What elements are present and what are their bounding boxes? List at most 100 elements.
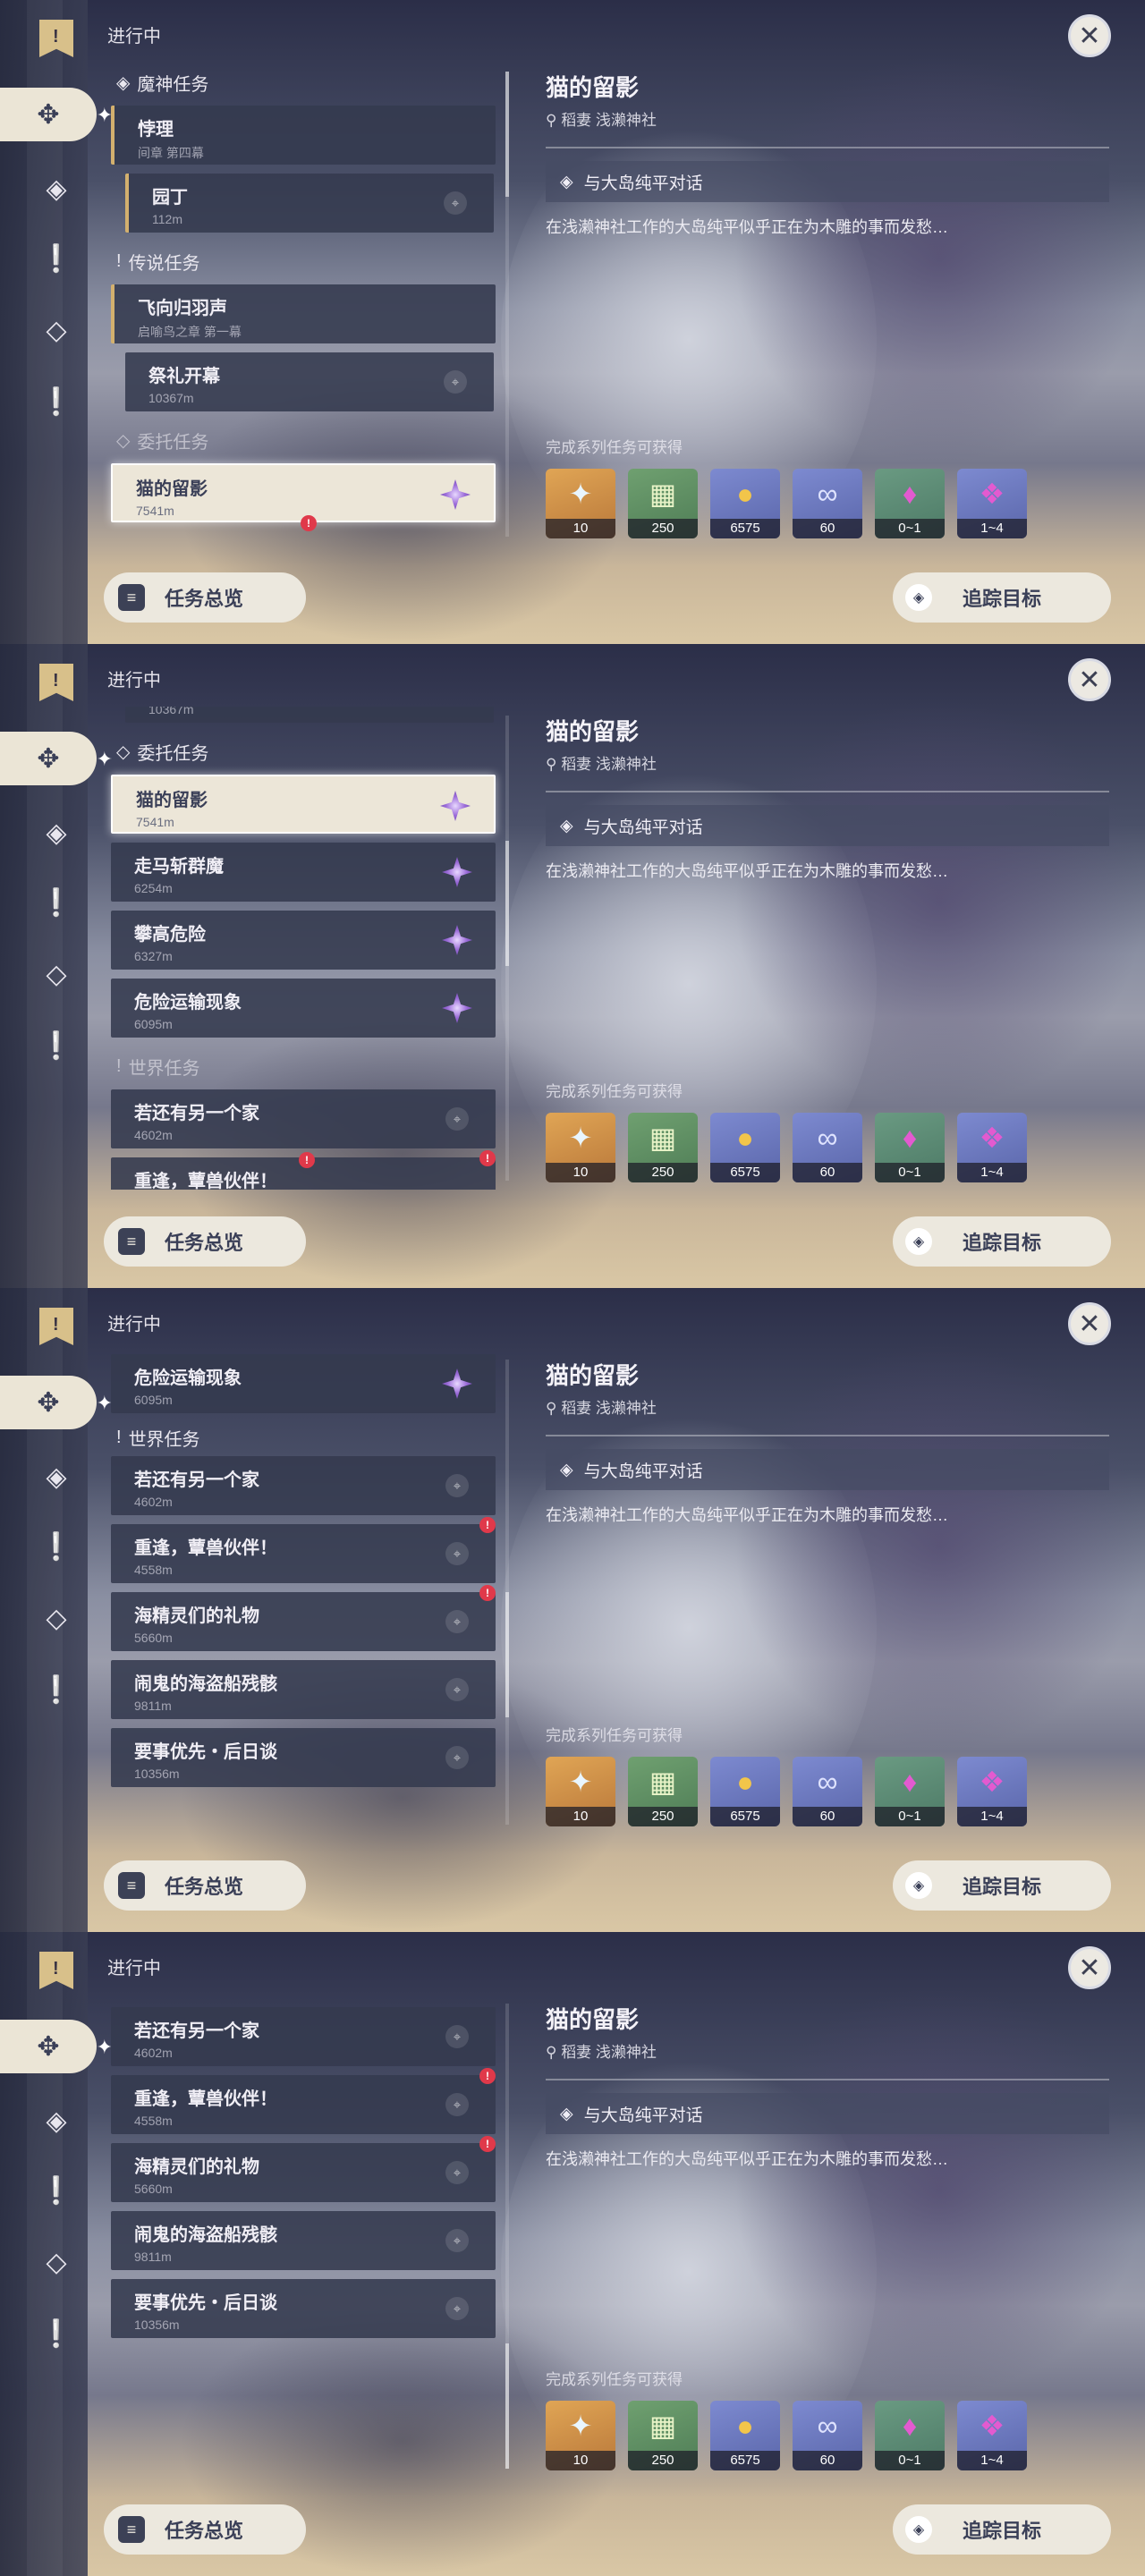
rail-legend-icon[interactable]: ❕ — [34, 1524, 79, 1569]
quest-item-cat-selected[interactable]: 猫的留影 7541m — [111, 775, 496, 834]
quest-item-horse[interactable]: 走马斩群魔 6254m — [111, 843, 496, 902]
mora-icon[interactable]: ● 6575 — [710, 1113, 780, 1182]
rail-world-icon[interactable]: ❕ — [34, 379, 79, 424]
quest-item-home[interactable]: 若还有另一个家 4602m ⌖ — [111, 2007, 496, 2066]
rail-world-icon[interactable]: ❕ — [34, 1667, 79, 1712]
rail-legend-icon[interactable]: ❕ — [34, 236, 79, 281]
quest-item-climb[interactable]: 攀高危险 6327m — [111, 911, 496, 970]
quest-item-gardener[interactable]: 园丁 112m ⌖ — [125, 174, 494, 233]
quest-overview-button[interactable]: ≡ 任务总览 — [104, 572, 306, 623]
quest-item-beast[interactable]: 重逢，蕈兽伙伴！ 4558m ⌖! — [111, 2068, 496, 2134]
quest-item-transport[interactable]: 危险运输现象 6095m — [111, 979, 496, 1038]
rail-all-quests-icon[interactable]: ✥ ✦ — [0, 2020, 113, 2073]
crystal-cluster-icon[interactable]: ❖ 1~4 — [957, 1757, 1027, 1826]
adventure-exp-icon[interactable]: ▦ 250 — [628, 469, 698, 538]
companionship-exp-icon[interactable]: ∞ 60 — [793, 1113, 862, 1182]
rail-commission-icon[interactable]: ◇ — [34, 308, 79, 352]
location-pin-icon[interactable]: ⌖ — [445, 2161, 469, 2184]
adventure-exp-icon[interactable]: ▦ 250 — [628, 1757, 698, 1826]
companionship-exp-icon[interactable]: ∞ 60 — [793, 1757, 862, 1826]
list-scrollbar[interactable] — [505, 716, 509, 1181]
quest-item-cat-selected[interactable]: 猫的留影 7541m! — [111, 463, 496, 531]
quest-list[interactable]: 祭礼开幕10367m⌖ ◇委托任务 猫的留影7541m 走马斩群魔6254m 攀… — [100, 707, 508, 1190]
primogem-icon[interactable]: ✦ 10 — [546, 1757, 615, 1826]
location-pin-icon[interactable]: ⌖ — [445, 2229, 469, 2252]
rail-world-icon[interactable]: ❕ — [34, 2311, 79, 2356]
rail-legend-icon[interactable]: ❕ — [34, 2168, 79, 2213]
crystal-shard-icon[interactable]: ♦ 0~1 — [875, 1757, 945, 1826]
quest-item-pirate[interactable]: 闹鬼的海盗船残骸 9811m ⌖ — [111, 2211, 496, 2270]
rail-commission-icon[interactable]: ◇ — [34, 2240, 79, 2284]
track-target-button[interactable]: ◈ 追踪目标 — [893, 1216, 1111, 1267]
list-scrollbar[interactable] — [505, 72, 509, 537]
track-target-button[interactable]: ◈ 追踪目标 — [893, 572, 1111, 623]
location-pin-icon[interactable]: ⌖ — [445, 1746, 469, 1769]
primogem-icon[interactable]: ✦ 10 — [546, 2401, 615, 2470]
quest-item-spirits[interactable]: 海精灵们的礼物 5660m ⌖! — [111, 1585, 496, 1651]
crystal-shard-icon[interactable]: ♦ 0~1 — [875, 2401, 945, 2470]
rail-all-quests-icon[interactable]: ✥ ✦ — [0, 732, 113, 785]
quest-item-pirate[interactable]: 闹鬼的海盗船残骸 9811m ⌖ — [111, 1660, 496, 1719]
crystal-cluster-icon[interactable]: ❖ 1~4 — [957, 469, 1027, 538]
crystal-cluster-icon[interactable]: ❖ 1~4 — [957, 2401, 1027, 2470]
quest-item-spirits[interactable]: 海精灵们的礼物 5660m ⌖! — [111, 2136, 496, 2202]
location-pin-icon[interactable]: ⌖ — [445, 1542, 469, 1565]
quest-item-legend[interactable]: 飞向归羽声 启喻鸟之章 第一幕 — [111, 284, 496, 343]
rail-world-icon[interactable]: ❕ — [34, 1023, 79, 1068]
rail-commission-icon[interactable]: ◇ — [34, 1596, 79, 1640]
list-scrollbar[interactable] — [505, 2004, 509, 2469]
primogem-icon[interactable]: ✦ 10 — [546, 1113, 615, 1182]
quest-list[interactable]: 危险运输现象 6095m ! 世界任务 若还有另一个家 4602m ⌖ 重逢，蕈兽伙伴！… — [100, 1351, 508, 1834]
adventure-exp-icon[interactable]: ▦ 250 — [628, 2401, 698, 2470]
quest-item-later[interactable]: 要事优先・后日谈 10356m ⌖ — [111, 2279, 496, 2338]
rail-commission-icon[interactable]: ◇ — [34, 952, 79, 996]
location-pin-icon[interactable]: ⌖ — [444, 370, 467, 394]
close-button[interactable]: ✕ — [1068, 658, 1111, 701]
quest-list[interactable]: 若还有另一个家 4602m ⌖ 重逢，蕈兽伙伴！ 4558m ⌖! 海精灵们的礼物 566… — [100, 1995, 508, 2478]
location-pin-icon[interactable]: ⌖ — [445, 1474, 469, 1497]
quest-item-festival[interactable]: 祭礼开幕10367m⌖ — [125, 352, 494, 411]
crystal-shard-icon[interactable]: ♦ 0~1 — [875, 1113, 945, 1182]
rail-archon-icon[interactable]: ◈ — [34, 166, 79, 211]
quest-item-later[interactable]: 要事优先・后日谈 10356m ⌖ — [111, 1728, 496, 1787]
location-pin-icon[interactable]: ⌖ — [445, 2025, 469, 2048]
quest-item-beast[interactable]: 重逢，蕈兽伙伴！4558m!! — [111, 1150, 496, 1190]
list-scrollbar[interactable] — [505, 1360, 509, 1825]
quest-list[interactable]: ◈ 魔神任务 悖理 间章 第四幕 园丁 112m ⌖ ! 传说任务 飞向归羽声 启喻鸟之章 … — [100, 63, 508, 546]
location-pin-icon[interactable]: ⌖ — [445, 2297, 469, 2320]
quest-item-festival[interactable]: 祭礼开幕10367m⌖ — [125, 707, 494, 723]
location-pin-icon[interactable]: ⌖ — [445, 1610, 469, 1633]
quest-item-home[interactable]: 若还有另一个家 4602m ⌖ — [111, 1089, 496, 1148]
rail-legend-icon[interactable]: ❕ — [34, 880, 79, 925]
track-target-button[interactable]: ◈ 追踪目标 — [893, 1860, 1111, 1911]
companionship-exp-icon[interactable]: ∞ 60 — [793, 2401, 862, 2470]
close-button[interactable]: ✕ — [1068, 14, 1111, 57]
primogem-icon[interactable]: ✦ 10 — [546, 469, 615, 538]
quest-overview-button[interactable]: ≡ 任务总览 — [104, 1860, 306, 1911]
quest-item-home[interactable]: 若还有另一个家 4602m ⌖ — [111, 1456, 496, 1515]
rail-all-quests-icon[interactable]: ✥ ✦ — [0, 88, 113, 141]
quest-item-beast[interactable]: 重逢，蕈兽伙伴！ 4558m ⌖! — [111, 1517, 496, 1583]
quest-item-transport[interactable]: 危险运输现象 6095m — [111, 1354, 496, 1413]
mora-icon[interactable]: ● 6575 — [710, 2401, 780, 2470]
mora-icon[interactable]: ● 6575 — [710, 1757, 780, 1826]
crystal-cluster-icon[interactable]: ❖ 1~4 — [957, 1113, 1027, 1182]
quest-overview-button[interactable]: ≡ 任务总览 — [104, 2504, 306, 2555]
rail-archon-icon[interactable]: ◈ — [34, 810, 79, 855]
close-button[interactable]: ✕ — [1068, 1302, 1111, 1345]
location-pin-icon[interactable]: ⌖ — [445, 1107, 469, 1131]
location-pin-icon[interactable]: ⌖ — [445, 1678, 469, 1701]
close-button[interactable]: ✕ — [1068, 1946, 1111, 1989]
companionship-exp-icon[interactable]: ∞ 60 — [793, 469, 862, 538]
quest-overview-button[interactable]: ≡ 任务总览 — [104, 1216, 306, 1267]
rail-archon-icon[interactable]: ◈ — [34, 2098, 79, 2143]
location-pin-icon[interactable]: ⌖ — [444, 191, 467, 215]
location-pin-icon[interactable]: ⌖ — [445, 2093, 469, 2116]
track-target-button[interactable]: ◈ 追踪目标 — [893, 2504, 1111, 2555]
rail-archon-icon[interactable]: ◈ — [34, 1454, 79, 1499]
rail-all-quests-icon[interactable]: ✥ ✦ — [0, 1376, 113, 1429]
mora-icon[interactable]: ● 6575 — [710, 469, 780, 538]
crystal-shard-icon[interactable]: ♦ 0~1 — [875, 469, 945, 538]
adventure-exp-icon[interactable]: ▦ 250 — [628, 1113, 698, 1182]
quest-item-chapter[interactable]: 悖理 间章 第四幕 — [111, 106, 496, 165]
